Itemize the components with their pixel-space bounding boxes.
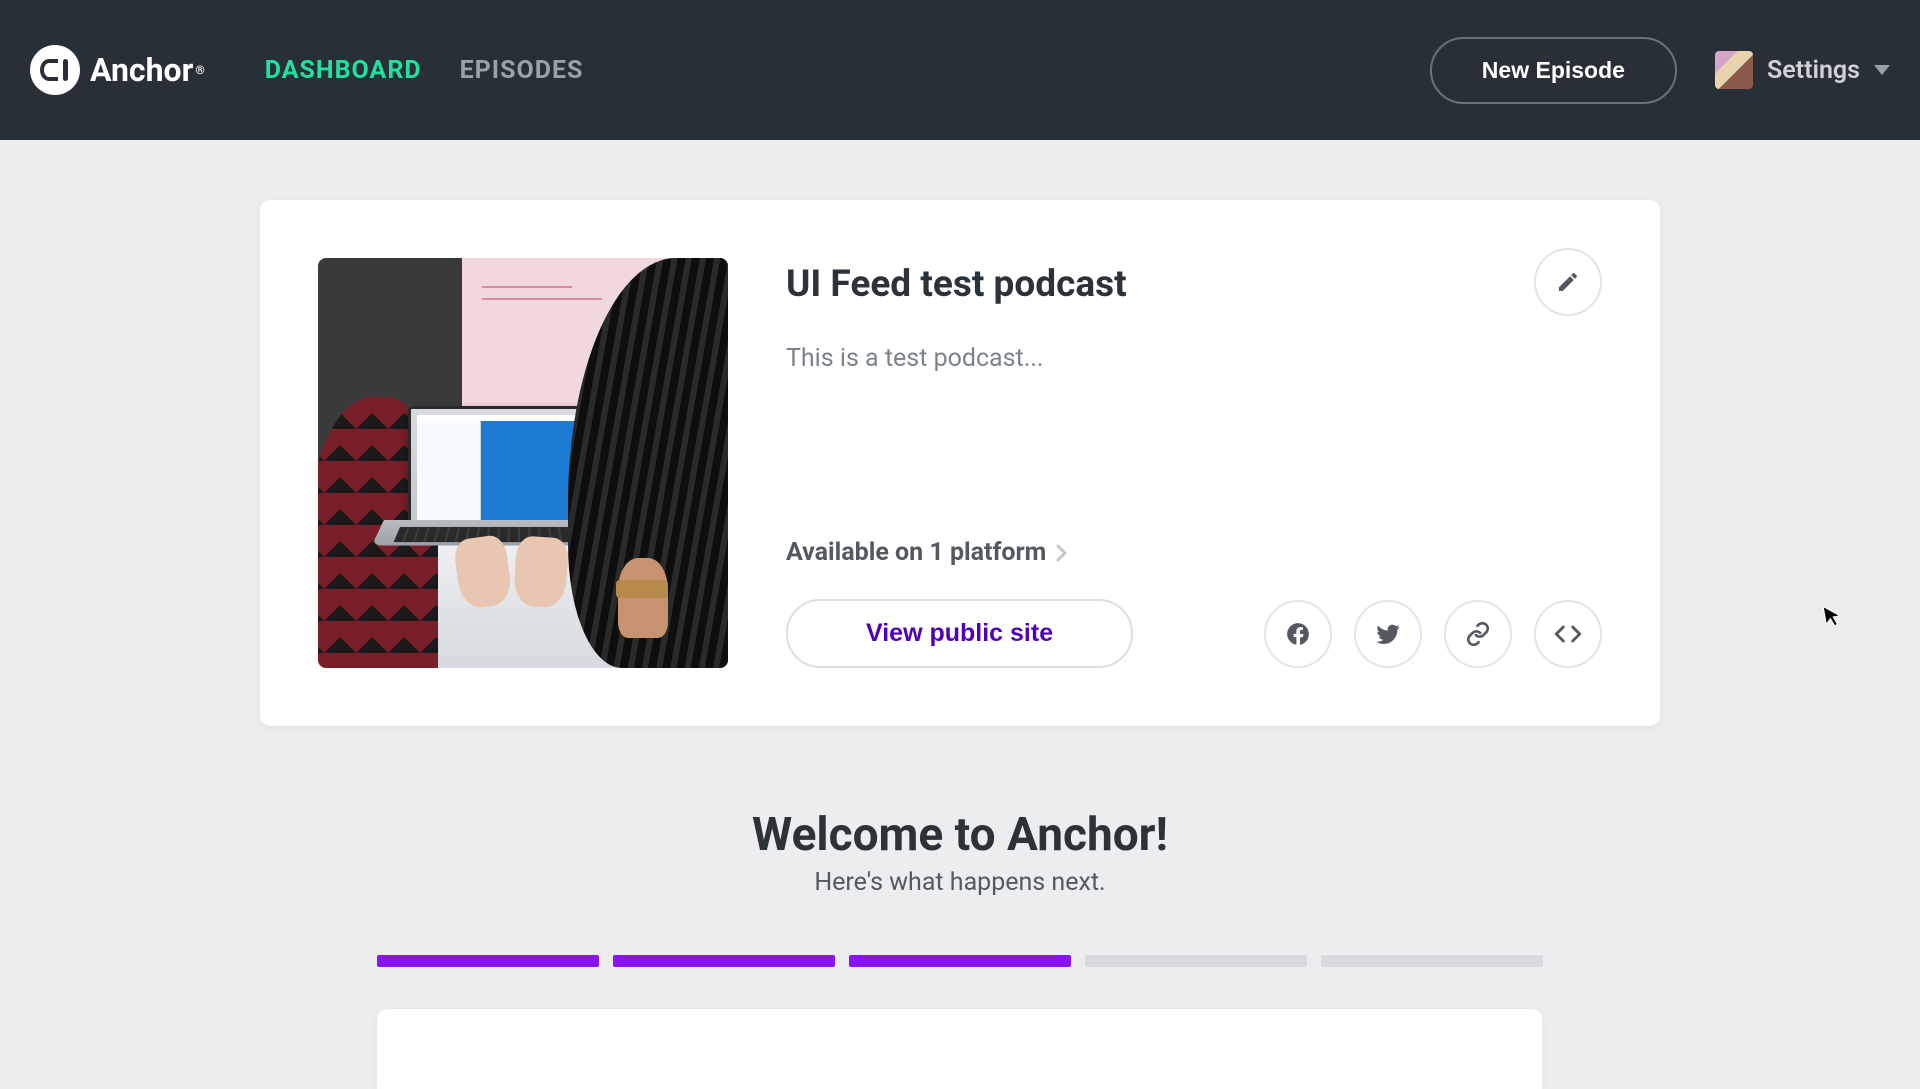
logo-text: Anchor [90, 51, 193, 89]
embed-icon [1554, 620, 1582, 648]
progress-step-4 [1085, 955, 1307, 967]
facebook-icon [1285, 621, 1311, 647]
podcast-actions: View public site [786, 599, 1602, 668]
pencil-icon [1556, 270, 1580, 294]
main-nav: DASHBOARD EPISODES [265, 56, 584, 85]
podcast-title: UI Feed test podcast [786, 263, 1602, 306]
progress-step-1 [377, 955, 599, 967]
share-twitter-button[interactable] [1354, 600, 1422, 668]
embed-button[interactable] [1534, 600, 1602, 668]
progress-step-3 [849, 955, 1071, 967]
artwork-image [318, 258, 728, 668]
edit-podcast-button[interactable] [1534, 248, 1602, 316]
copy-link-button[interactable] [1444, 600, 1512, 668]
anchor-logo-icon [30, 45, 80, 95]
main-content: UI Feed test podcast This is a test podc… [0, 140, 1920, 1089]
available-platforms-link[interactable]: Available on 1 platform [786, 538, 1602, 567]
welcome-section: Welcome to Anchor! Here's what happens n… [377, 808, 1543, 1089]
chevron-down-icon [1874, 65, 1890, 75]
onboarding-progress [377, 955, 1543, 967]
next-step-card [377, 1009, 1542, 1089]
podcast-info: UI Feed test podcast This is a test podc… [786, 258, 1602, 668]
chevron-right-icon [1056, 544, 1068, 562]
progress-step-5 [1321, 955, 1543, 967]
settings-label: Settings [1767, 56, 1860, 85]
twitter-icon [1374, 620, 1402, 648]
avatar [1715, 51, 1753, 89]
welcome-title: Welcome to Anchor! [377, 808, 1543, 862]
app-header: Anchor® DASHBOARD EPISODES New Episode S… [0, 0, 1920, 140]
nav-episodes[interactable]: EPISODES [460, 56, 584, 85]
logo[interactable]: Anchor® [30, 45, 205, 95]
podcast-description: This is a test podcast... [786, 344, 1602, 373]
new-episode-button[interactable]: New Episode [1430, 37, 1677, 104]
view-public-site-button[interactable]: View public site [786, 599, 1133, 668]
podcast-artwork [318, 258, 728, 668]
header-right: New Episode Settings [1430, 37, 1890, 104]
share-facebook-button[interactable] [1264, 600, 1332, 668]
podcast-card: UI Feed test podcast This is a test podc… [260, 200, 1660, 726]
mouse-cursor-icon [1822, 603, 1844, 630]
registered-mark: ® [195, 63, 204, 77]
nav-dashboard[interactable]: DASHBOARD [265, 56, 422, 85]
link-icon [1465, 621, 1491, 647]
welcome-subtitle: Here's what happens next. [377, 868, 1543, 897]
progress-step-2 [613, 955, 835, 967]
settings-menu[interactable]: Settings [1715, 51, 1890, 89]
available-label: Available on 1 platform [786, 538, 1046, 567]
